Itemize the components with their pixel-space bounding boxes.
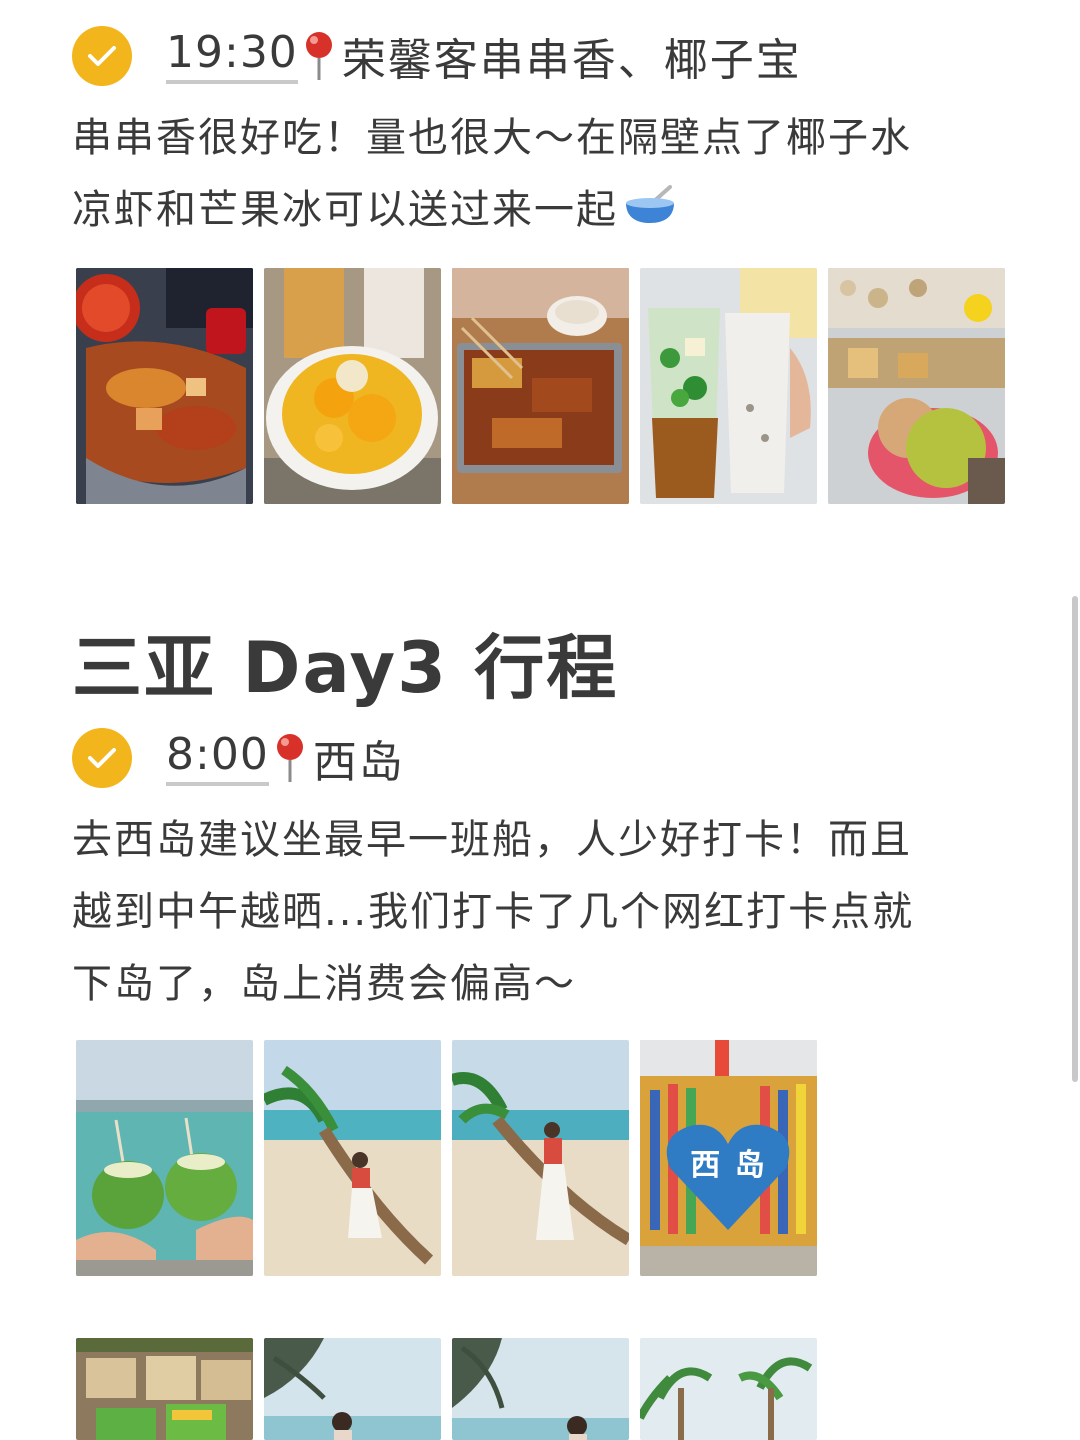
photo-row-west-island: 西 岛 <box>76 1040 817 1276</box>
photo-row-food <box>76 268 1005 504</box>
itinerary-entry-1930: 19:30 荣馨客串串香、椰子宝 串串香很好吃！量也很大～在隔壁点了椰子水 凉虾… <box>72 26 1000 248</box>
palm-trees-photo[interactable] <box>640 1338 817 1440</box>
coconut-drink-photo[interactable] <box>640 268 817 504</box>
entry-description: 串串香很好吃！量也很大～在隔壁点了椰子水 凉虾和芒果冰可以送过来一起 <box>72 102 1000 248</box>
description-line: 串串香很好吃！量也很大～在隔壁点了椰子水 <box>72 115 912 161</box>
entry-header: 19:30 荣馨客串串香、椰子宝 <box>72 26 1000 86</box>
day-title: 三亚 Day3 行程 <box>72 627 619 709</box>
check-icon <box>72 26 132 86</box>
coconuts-photo[interactable] <box>76 1040 253 1276</box>
mango-ice-photo[interactable] <box>264 268 441 504</box>
description-line: 去西岛建议坐最早一班船，人少好打卡！而且 <box>72 817 912 863</box>
place-label: 西岛 <box>312 737 405 788</box>
skewer-shop-photo[interactable] <box>828 268 1005 504</box>
pushpin-icon <box>302 30 336 82</box>
beach-girl-photo[interactable] <box>264 1338 441 1440</box>
description-line: 下岛了，岛上消费会偏高～ <box>72 961 576 1007</box>
itinerary-entry-0800: 8:00 西岛 去西岛建议坐最早一班船，人少好打卡！而且 越到中午越晒...我们… <box>72 728 1000 1020</box>
time-label: 8:00 <box>166 730 269 786</box>
pushpin-icon <box>273 732 307 784</box>
heart-wall-text: 西 岛 <box>690 1148 767 1183</box>
bowl-spoon-icon <box>622 176 678 248</box>
time-label: 19:30 <box>166 28 298 84</box>
heart-wall-photo[interactable]: 西 岛 <box>640 1040 817 1276</box>
entry-header: 8:00 西岛 <box>72 728 1000 788</box>
skewers-tray-photo[interactable] <box>452 268 629 504</box>
beach-girl-2-photo[interactable] <box>452 1338 629 1440</box>
palm-lean-photo[interactable] <box>452 1040 629 1276</box>
description-line: 凉虾和芒果冰可以送过来一起 <box>72 187 618 233</box>
palm-pose-photo[interactable] <box>264 1040 441 1276</box>
photo-row-more <box>76 1338 817 1440</box>
place-label: 荣馨客串串香、椰子宝 <box>341 35 802 86</box>
scrollbar-thumb[interactable] <box>1072 596 1078 1082</box>
snack-bags-photo[interactable] <box>76 1338 253 1440</box>
check-icon <box>72 728 132 788</box>
description-line: 越到中午越晒...我们打卡了几个网红打卡点就 <box>72 889 915 935</box>
entry-description: 去西岛建议坐最早一班船，人少好打卡！而且 越到中午越晒...我们打卡了几个网红打… <box>72 804 1000 1020</box>
chuanchuan-photo[interactable] <box>76 268 253 504</box>
